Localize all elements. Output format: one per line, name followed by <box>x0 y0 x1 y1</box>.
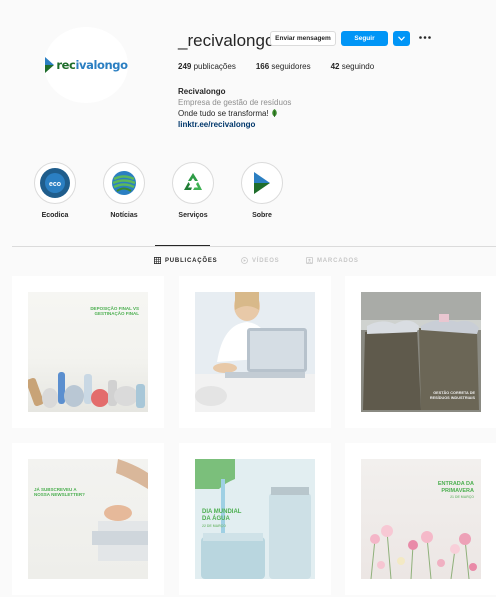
tab-marcados[interactable]: MARCADOS <box>306 257 359 264</box>
profile-link[interactable]: linktr.ee/recivalongo <box>178 119 291 130</box>
highlight-noticias[interactable]: Notícias <box>94 162 154 219</box>
highlight-ecodica[interactable]: eco Ecodica <box>25 162 85 219</box>
post-thumbnail[interactable]: DIA MUNDIAL DA ÁGUA 22 DE MARÇO <box>179 443 331 595</box>
laptop-photo-illustration <box>195 292 315 412</box>
brand-arrow-icon <box>254 172 270 194</box>
more-options-button[interactable] <box>418 30 432 44</box>
post-thumbnail[interactable]: DEPOSIÇÃO FINAL VS GESTINAÇÃO FINAL <box>12 276 164 428</box>
spring-flowers-illustration <box>370 525 477 579</box>
post-thumbnail[interactable] <box>179 276 331 428</box>
highlight-servicos[interactable]: Serviços <box>163 162 223 219</box>
profile-stats: 249 publicações 166 seguidores 42 seguin… <box>178 62 394 71</box>
recycle-icon <box>184 173 202 190</box>
profile-category: Empresa de gestão de resíduos <box>178 98 292 107</box>
profile-tagline: Onde tudo se transforma! <box>178 108 291 119</box>
stat-following[interactable]: 42 seguindo <box>331 62 375 71</box>
tagged-user-icon <box>306 257 313 264</box>
suggested-dropdown-button[interactable] <box>393 31 410 46</box>
newsletter-desk-illustration <box>92 459 148 561</box>
tabs-divider <box>12 246 496 247</box>
brand-logo: recivalongo <box>44 56 128 74</box>
stat-followers[interactable]: 166 seguidores <box>256 62 311 71</box>
leaf-emoji-icon <box>271 109 277 117</box>
tab-publicacoes[interactable]: PUBLICAÇÕES <box>154 257 217 264</box>
profile-bio: Recivalongo Empresa de gestão de resíduo… <box>178 86 291 130</box>
grid-icon <box>154 257 161 264</box>
svg-text:eco: eco <box>49 181 61 188</box>
video-play-icon <box>241 257 248 264</box>
logo-arrow-icon <box>45 57 55 73</box>
profile-username: _recivalongo <box>178 31 275 50</box>
send-message-button[interactable]: Enviar mensagem <box>270 31 336 46</box>
profile-avatar[interactable]: recivalongo <box>44 27 128 103</box>
highlight-sobre[interactable]: Sobre <box>232 162 292 219</box>
post-thumbnail[interactable]: ENTRADA DA PRIMAVERA 21 DE MARÇO <box>345 443 496 595</box>
active-tab-indicator <box>155 245 210 246</box>
globe-icon <box>112 171 136 195</box>
post-thumbnail[interactable]: GESTÃO CORRETA DE RESÍDUOS INDUSTRIAIS <box>345 276 496 428</box>
tab-videos[interactable]: VÍDEOS <box>241 257 279 264</box>
more-dots-icon <box>419 35 431 39</box>
waste-objects-illustration <box>28 372 145 408</box>
eco-icon: eco <box>40 168 70 198</box>
follow-button[interactable]: Seguir <box>341 31 388 46</box>
chevron-down-icon <box>398 36 405 41</box>
profile-name: Recivalongo <box>178 87 226 96</box>
stat-posts: 249 publicações <box>178 62 236 71</box>
post-thumbnail[interactable]: JÁ SUBSCREVEU A NOSSA NEWSLETTER? <box>12 443 164 595</box>
